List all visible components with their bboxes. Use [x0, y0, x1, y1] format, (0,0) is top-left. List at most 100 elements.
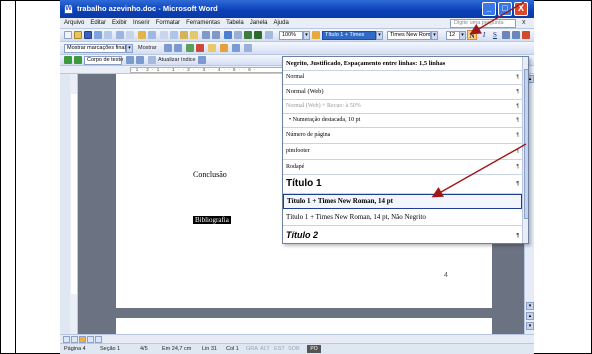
document-close-button[interactable]: x — [522, 19, 526, 26]
style-option-titulo-2[interactable]: Título 2 ¶ — [283, 226, 522, 243]
tables-borders-icon[interactable] — [234, 31, 242, 39]
size-chevron-down-icon[interactable]: ▾ — [459, 31, 466, 40]
style-option-numero-pagina[interactable]: Número de página ¶ — [283, 128, 522, 144]
font-dropdown[interactable]: Times New Roman — [387, 31, 431, 40]
style-option-normal[interactable]: Normal ¶ — [283, 71, 522, 85]
maximize-button[interactable]: □ — [498, 2, 512, 16]
hyperlink-icon[interactable] — [224, 31, 232, 39]
status-alt[interactable]: ALT — [260, 346, 270, 352]
font-chevron-down-icon[interactable]: ▾ — [431, 31, 438, 40]
web-layout-icon[interactable] — [71, 336, 78, 343]
menu-ferramentas[interactable]: Ferramentas — [186, 20, 220, 26]
italic-button[interactable]: I — [479, 30, 489, 40]
style-option-rodape[interactable]: Rodapé ¶ — [283, 160, 522, 175]
research-icon[interactable] — [148, 31, 156, 39]
previous-change-icon[interactable] — [164, 44, 172, 52]
format-painter-icon[interactable] — [190, 31, 198, 39]
update-toc-icon[interactable] — [148, 56, 156, 64]
undo-icon[interactable] — [202, 31, 210, 39]
highlight-icon[interactable] — [220, 44, 228, 52]
move-down-icon[interactable] — [136, 56, 144, 64]
spelling-icon[interactable] — [138, 31, 146, 39]
permission-icon[interactable] — [94, 31, 102, 39]
doc-heading-conclusao[interactable]: Conclusão — [193, 170, 227, 179]
email-icon[interactable] — [104, 31, 112, 39]
markup-chevron-down-icon[interactable]: ▾ — [126, 44, 133, 53]
demote-icon[interactable] — [74, 56, 82, 64]
go-to-toc-icon[interactable] — [198, 56, 206, 64]
help-question-input[interactable]: Digite uma pergunta — [450, 19, 516, 28]
show-hide-icon[interactable] — [265, 31, 273, 39]
bold-button[interactable]: N — [467, 30, 477, 40]
menu-editar[interactable]: Editar — [90, 20, 106, 26]
menu-janela[interactable]: Janela — [250, 20, 268, 26]
promote-icon[interactable] — [64, 56, 72, 64]
markup-view-dropdown[interactable]: Mostrar marcações finais — [64, 44, 128, 53]
track-changes-icon[interactable] — [232, 44, 240, 52]
next-page-icon[interactable]: ▾ — [526, 322, 534, 330]
align-left-icon[interactable] — [502, 31, 510, 39]
style-dropdown[interactable]: Título 1 + Times — [322, 31, 376, 40]
reviewing-pane-icon[interactable] — [244, 44, 252, 52]
menu-ajuda[interactable]: Ajuda — [273, 20, 288, 26]
horizontal-scrollbar[interactable] — [60, 334, 534, 343]
menu-exibir[interactable]: Exibir — [112, 20, 127, 26]
underline-button[interactable]: S — [490, 30, 500, 40]
close-button[interactable]: X — [514, 2, 528, 16]
next-change-icon[interactable] — [174, 44, 182, 52]
outline-level-dropdown[interactable]: Corpo de texto — [84, 56, 123, 65]
insert-excel-icon[interactable] — [254, 31, 262, 39]
style-option-titulo-1[interactable]: Título 1 ¶ — [283, 175, 522, 194]
style-option-numeracao[interactable]: • Numeração destacada, 10 pt ¶ — [283, 114, 522, 128]
vertical-ruler[interactable] — [70, 74, 78, 334]
update-index-button[interactable]: Atualizar índice — [158, 57, 196, 63]
scroll-down-icon[interactable]: ▾ — [526, 302, 534, 310]
styles-pane-icon[interactable] — [312, 31, 320, 39]
insert-table-icon[interactable] — [244, 31, 252, 39]
menu-arquivo[interactable]: Arquivo — [64, 20, 84, 26]
menu-inserir[interactable]: Inserir — [133, 20, 150, 26]
style-option-titulo-1-times-selected[interactable]: Título 1 + Times New Roman, 14 pt — [283, 194, 522, 209]
style-option-negrito-justificado[interactable]: Negrito, Justificado, Espaçamento entre … — [283, 57, 522, 71]
move-up-icon[interactable] — [126, 56, 134, 64]
font-color-icon[interactable] — [522, 31, 530, 39]
copy-icon[interactable] — [170, 31, 178, 39]
title-bar[interactable]: W trabalho azevinho.doc - Microsoft Word… — [60, 0, 534, 18]
style-option-normal-web[interactable]: Normal (Web) ¶ — [283, 85, 522, 100]
font-size-dropdown[interactable]: 12 — [446, 31, 460, 40]
zoom-chevron-down-icon[interactable]: ▾ — [303, 31, 310, 40]
style-option-titulo-1-nao-negrito[interactable]: Título 1 + Times New Roman, 14 pt, Não N… — [283, 209, 522, 226]
save-icon[interactable] — [84, 31, 92, 39]
print-layout-icon[interactable] — [79, 336, 86, 343]
reject-change-icon[interactable] — [196, 44, 204, 52]
align-center-icon[interactable] — [512, 31, 520, 39]
show-menu-button[interactable]: Mostrar — [138, 45, 157, 51]
status-gra[interactable]: GRA — [246, 346, 258, 352]
normal-view-icon[interactable] — [63, 336, 70, 343]
style-option-normal-web-recuo[interactable]: Normal (Web) + Recuo: à 50% ¶ — [283, 100, 522, 114]
print-icon[interactable] — [116, 31, 124, 39]
zoom-dropdown[interactable]: 100% — [279, 31, 303, 40]
minimize-button[interactable]: _ — [482, 2, 496, 16]
style-chevron-down-icon[interactable]: ▾ — [376, 31, 383, 40]
style-list-scroll-thumb[interactable] — [524, 69, 528, 219]
new-document-icon[interactable] — [64, 31, 72, 39]
menu-tabela[interactable]: Tabela — [226, 20, 244, 26]
menu-formatar[interactable]: Formatar — [156, 20, 180, 26]
print-preview-icon[interactable] — [126, 31, 134, 39]
status-sob[interactable]: SOB — [288, 346, 300, 352]
status-est[interactable]: EST — [274, 346, 285, 352]
status-language[interactable]: PO — [307, 345, 321, 353]
style-option-pimfooter[interactable]: pimfooter ¶ — [283, 144, 522, 160]
accept-change-icon[interactable] — [186, 44, 194, 52]
open-folder-icon[interactable] — [74, 31, 82, 39]
new-comment-icon[interactable] — [208, 44, 216, 52]
cut-icon[interactable] — [160, 31, 168, 39]
style-list-scrollbar[interactable] — [522, 57, 528, 243]
doc-heading-bibliografia-selected[interactable]: Bibliografia — [193, 216, 231, 224]
redo-icon[interactable] — [212, 31, 220, 39]
outline-view-icon[interactable] — [87, 336, 94, 343]
reading-layout-icon[interactable] — [95, 336, 102, 343]
previous-page-icon[interactable]: ▴ — [526, 312, 534, 320]
paste-icon[interactable] — [180, 31, 188, 39]
